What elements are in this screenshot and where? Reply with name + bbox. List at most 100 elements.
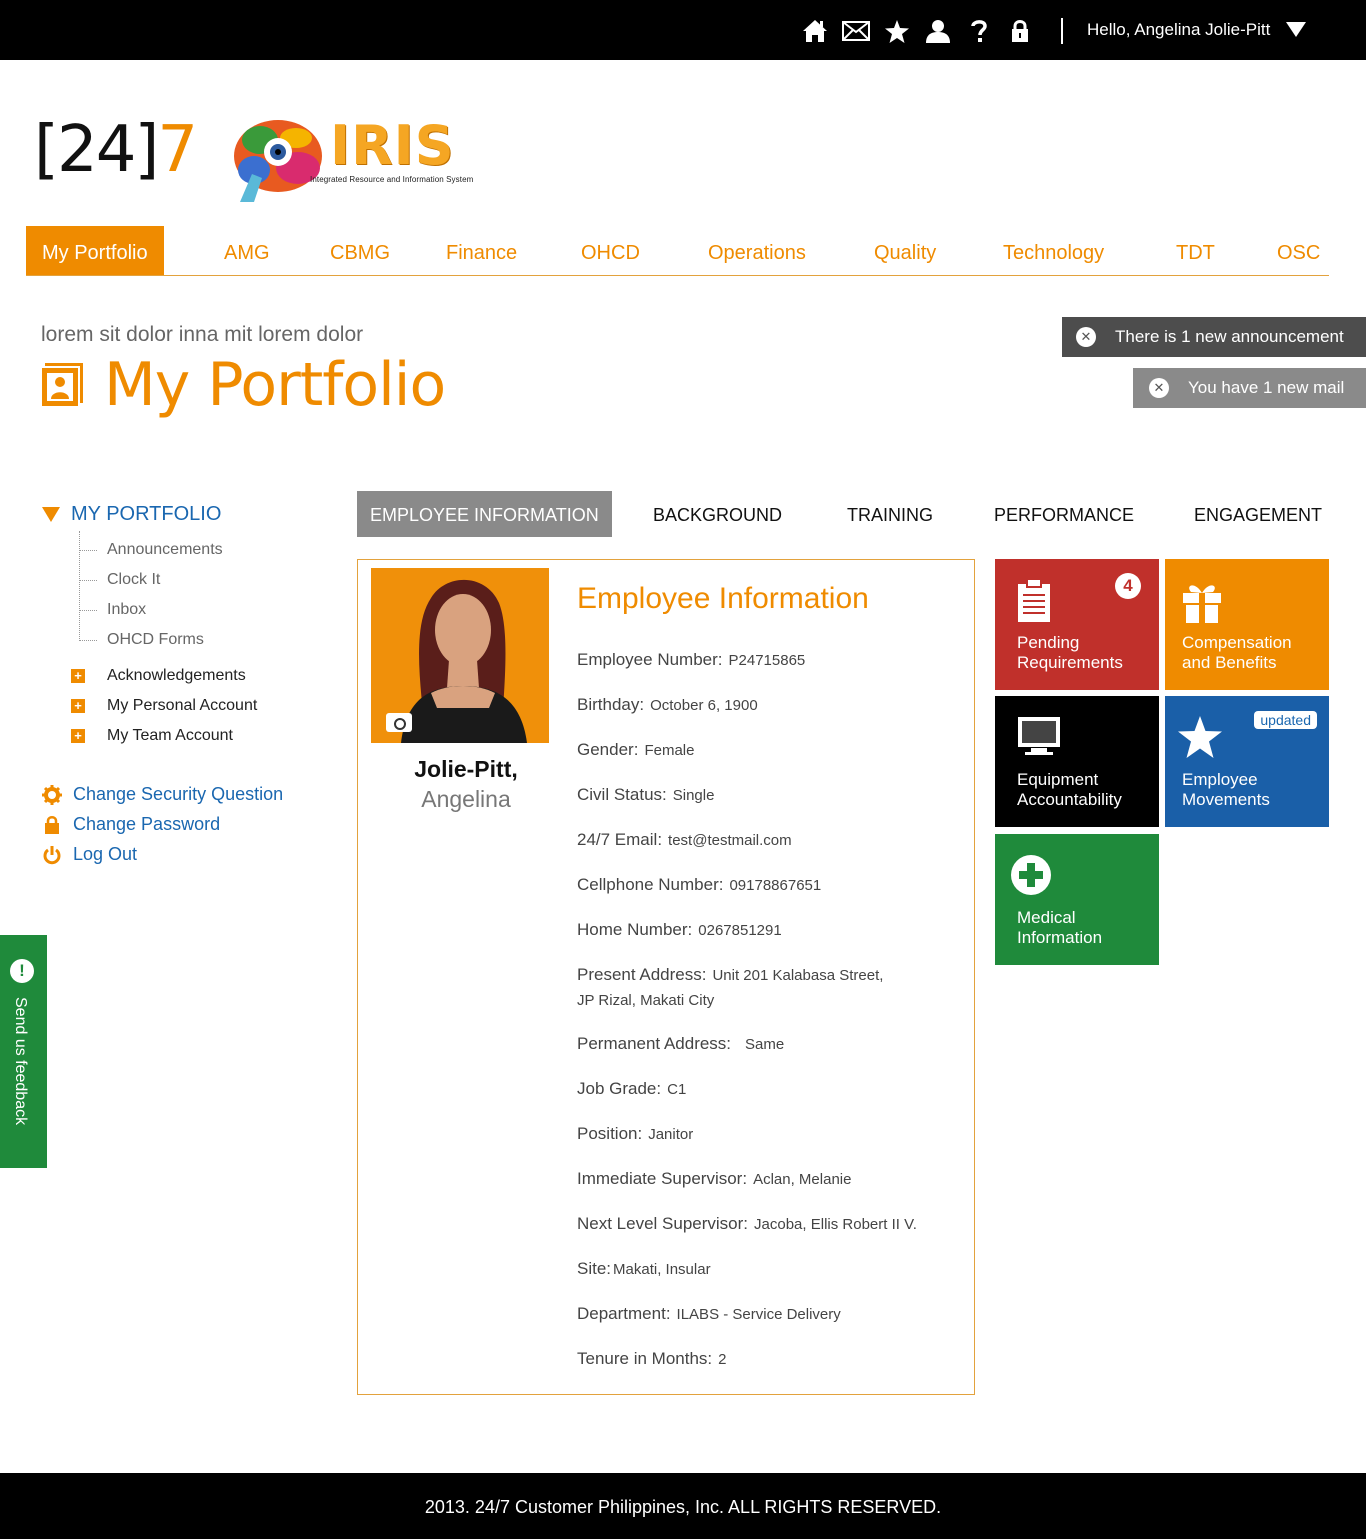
field-tenure: Tenure in Months: 2	[577, 1349, 727, 1368]
nav-quality[interactable]: Quality	[874, 226, 936, 275]
sidebar-item-my-team-account[interactable]: + My Team Account	[71, 727, 233, 745]
field-email: 24/7 Email: test@testmail.com	[577, 830, 792, 849]
employee-info-card: Jolie-Pitt, Angelina Employee Informatio…	[357, 559, 975, 1395]
field-job-grade: Job Grade: C1	[577, 1079, 687, 1098]
close-icon[interactable]: ✕	[1076, 327, 1096, 347]
tab-engagement[interactable]: ENGAGEMENT	[1194, 491, 1322, 537]
top-bar: Hello, Angelina Jolie-Pitt	[0, 0, 1366, 60]
star-icon[interactable]	[876, 14, 917, 48]
sidebar-item-label: Inbox	[107, 601, 147, 618]
tile-label: Compensation and Benefits	[1182, 633, 1292, 672]
feedback-label: Send us feedback	[12, 997, 29, 1126]
gear-icon	[42, 784, 62, 805]
employee-last-name: Jolie-Pitt,	[414, 756, 518, 782]
nav-technology[interactable]: Technology	[1003, 226, 1104, 275]
nav-ohcd[interactable]: OHCD	[581, 226, 640, 275]
user-icon[interactable]	[917, 14, 958, 48]
topbar-divider	[1061, 18, 1063, 44]
help-icon[interactable]	[958, 14, 999, 48]
mail-notice-text: You have 1 new mail	[1188, 378, 1345, 397]
tile-pending-requirements[interactable]: 4 Pending Requirements	[995, 559, 1159, 690]
brand-logo-right: 7	[157, 113, 198, 187]
sidebar-item-ohcd-forms[interactable]: OHCD Forms	[79, 631, 204, 649]
camera-icon[interactable]	[386, 713, 412, 732]
sidebar-item-clock-it[interactable]: Clock It	[79, 571, 160, 589]
tile-employee-movements[interactable]: updated Employee Movements	[1165, 696, 1329, 827]
mail-notice[interactable]: ✕ You have 1 new mail	[1133, 368, 1366, 408]
sidebar-item-label: Announcements	[107, 541, 223, 558]
star-icon	[1178, 716, 1222, 758]
tab-background[interactable]: BACKGROUND	[653, 491, 782, 537]
field-immediate-supervisor: Immediate Supervisor: Aclan, Melanie	[577, 1169, 852, 1188]
nav-osc[interactable]: OSC	[1277, 226, 1320, 275]
sidebar-item-my-personal-account[interactable]: + My Personal Account	[71, 697, 257, 715]
expand-plus-icon[interactable]: +	[71, 729, 85, 743]
tile-label: Employee Movements	[1182, 770, 1270, 809]
field-cellphone-number: Cellphone Number: 09178867651	[577, 875, 822, 894]
home-icon[interactable]	[794, 14, 835, 48]
link-label: Change Password	[73, 814, 221, 834]
expand-plus-icon[interactable]: +	[71, 699, 85, 713]
field-employee-number: Employee Number: P24715865	[577, 650, 806, 669]
iris-tagline: Integrated Resource and Information Syst…	[310, 175, 474, 184]
nav-finance[interactable]: Finance	[446, 226, 517, 275]
tab-performance[interactable]: PERFORMANCE	[994, 491, 1134, 537]
change-security-question-link[interactable]: Change Security Question	[42, 784, 283, 805]
feedback-tab[interactable]: ! Send us feedback	[0, 935, 47, 1168]
card-title: Employee Information	[577, 582, 869, 615]
sidebar-heading[interactable]: MY PORTFOLIO	[42, 503, 221, 526]
announcement-text: There is 1 new announcement	[1115, 327, 1344, 346]
link-label: Change Security Question	[73, 784, 284, 804]
nav-amg[interactable]: AMG	[224, 226, 270, 275]
user-greeting: Hello, Angelina Jolie-Pitt	[1087, 20, 1271, 39]
field-position: Position: Janitor	[577, 1124, 694, 1143]
sidebar-item-inbox[interactable]: Inbox	[79, 601, 146, 619]
sidebar-item-label: Clock It	[107, 571, 161, 588]
monitor-icon	[1018, 717, 1060, 755]
field-present-address: Present Address: Unit 201 Kalabasa Street…	[577, 965, 884, 1009]
log-out-link[interactable]: Log Out	[42, 844, 137, 865]
sidebar-item-label: Acknowledgements	[107, 667, 246, 684]
field-home-number: Home Number: 0267851291	[577, 920, 782, 939]
change-password-link[interactable]: Change Password	[42, 814, 220, 835]
brand-logo-left: [24]	[34, 113, 159, 187]
page-subtitle: lorem sit dolor inna mit lorem dolor	[41, 323, 364, 346]
tile-label: Medical Information	[1017, 908, 1103, 947]
lock-icon[interactable]	[999, 14, 1040, 48]
tile-compensation-benefits[interactable]: Compensation and Benefits	[1165, 559, 1329, 690]
tab-training[interactable]: TRAINING	[847, 491, 933, 537]
nav-operations[interactable]: Operations	[708, 226, 806, 275]
sidebar-item-label: My Personal Account	[107, 697, 258, 714]
user-menu-dropdown-icon[interactable]	[1286, 22, 1306, 37]
pending-count-badge: 4	[1115, 573, 1141, 599]
nav-tdt[interactable]: TDT	[1176, 226, 1215, 275]
field-civil-status: Civil Status: Single	[577, 785, 715, 804]
page-title: My Portfolio	[104, 350, 446, 420]
sidebar-item-announcements[interactable]: Announcements	[79, 541, 223, 559]
close-icon[interactable]: ✕	[1149, 378, 1169, 398]
field-gender: Gender: Female	[577, 740, 695, 759]
field-permanent-address: Permanent Address: Same	[577, 1034, 785, 1053]
portfolio-icon	[41, 363, 83, 407]
employee-first-name: Angelina	[421, 786, 511, 812]
announcement-notice[interactable]: ✕ There is 1 new announcement	[1062, 317, 1366, 357]
sidebar-item-acknowledgements[interactable]: + Acknowledgements	[71, 667, 246, 685]
tile-equipment-accountability[interactable]: Equipment Accountability	[995, 696, 1159, 827]
info-icon: !	[10, 959, 34, 983]
footer-copyright: 2013. 24/7 Customer Philippines, Inc. AL…	[0, 1473, 1366, 1539]
tile-medical-information[interactable]: Medical Information	[995, 834, 1159, 965]
field-department: Department: ILABS - Service Delivery	[577, 1304, 841, 1323]
mail-icon[interactable]	[835, 14, 876, 48]
top-icon-group	[794, 14, 1040, 48]
sidebar-heading-label: MY PORTFOLIO	[71, 503, 222, 525]
nav-cbmg[interactable]: CBMG	[330, 226, 390, 275]
iris-logo: IRIS Integrated Resource and Information…	[226, 114, 516, 202]
sidebar-item-label: OHCD Forms	[107, 631, 204, 648]
brand-logo-247: [24]7	[34, 112, 198, 188]
field-site: Site: Makati, Insular	[577, 1259, 711, 1278]
gift-icon	[1183, 585, 1221, 623]
tab-employee-information[interactable]: EMPLOYEE INFORMATION	[357, 491, 612, 537]
tile-label: Pending Requirements	[1017, 633, 1123, 672]
expand-plus-icon[interactable]: +	[71, 669, 85, 683]
nav-my-portfolio[interactable]: My Portfolio	[26, 226, 164, 275]
